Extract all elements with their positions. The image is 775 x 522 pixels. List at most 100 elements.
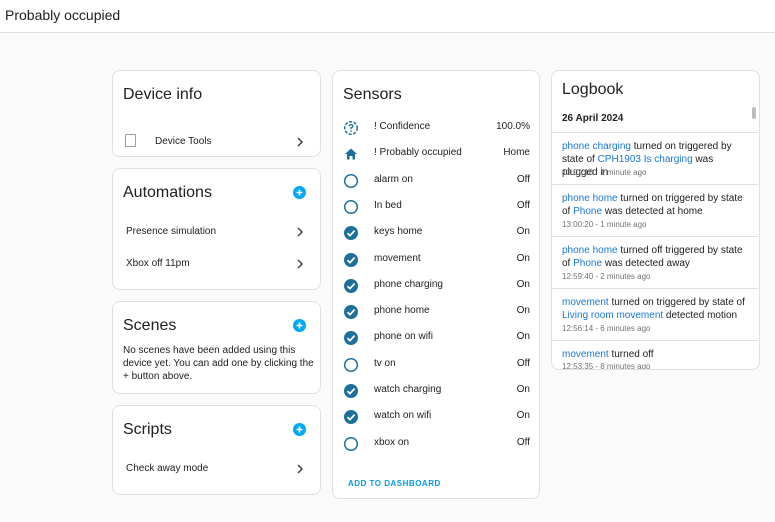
scenes-title: Scenes — [123, 317, 177, 334]
sensor-name: xbox on — [374, 436, 410, 448]
sensor-state: On — [516, 331, 530, 343]
entity-link[interactable]: phone charging — [562, 141, 631, 152]
sensor-state: On — [516, 278, 530, 290]
device-tools-label: Device Tools — [155, 136, 212, 147]
sensor-name: In bed — [374, 199, 402, 211]
sensor-name: keys home — [374, 226, 423, 238]
sensor-state: Off — [516, 199, 530, 211]
check-circle-icon — [344, 278, 358, 293]
sensor-row[interactable]: keys home On — [333, 220, 539, 246]
add-scene-button[interactable] — [293, 319, 306, 332]
scripts-card: Scripts Check away mode — [112, 405, 321, 495]
sensor-row[interactable]: phone home On — [333, 299, 539, 325]
sensor-row[interactable]: alarm on Off — [333, 168, 539, 194]
logbook-text: turned off — [608, 349, 654, 360]
automation-item[interactable]: Presence simulation — [113, 220, 320, 244]
sensor-row[interactable]: movement On — [333, 247, 539, 273]
logbook-scrollbar[interactable] — [752, 107, 756, 119]
sensor-row[interactable]: xbox on Off — [333, 431, 539, 457]
logbook-card: Logbook 26 April 2024 phone charging tur… — [551, 70, 760, 370]
check-circle-icon — [344, 305, 358, 320]
sensors-card: Sensors ! Confidence 100.0% ! Probably occ… — [332, 70, 540, 499]
sensor-name: ! Probably occupied — [374, 147, 462, 159]
sensor-row[interactable]: ! Probably occupied Home — [333, 141, 539, 167]
add-script-button[interactable] — [293, 423, 306, 436]
sensor-name: phone charging — [374, 278, 443, 290]
sensor-row[interactable]: tv on Off — [333, 352, 539, 378]
sensor-state: Home — [503, 147, 530, 159]
add-to-dashboard-button[interactable]: ADD TO DASHBOARD — [348, 479, 441, 488]
check-circle-icon — [344, 226, 358, 241]
logbook-text: was detected away — [602, 258, 690, 269]
sensor-name: phone home — [374, 305, 430, 317]
chevron-right-icon — [297, 464, 304, 474]
circle-outline-icon — [343, 199, 359, 214]
logbook-timestamp: 13:01:10 - 1 minute ago — [562, 168, 647, 177]
device-tools-row[interactable]: Device Tools — [113, 129, 320, 153]
sensor-row[interactable]: phone on wifi On — [333, 325, 539, 351]
logbook-message: phone home turned off triggered by state… — [562, 244, 748, 270]
entity-link[interactable]: movement — [562, 349, 609, 360]
sensor-name: movement — [374, 252, 421, 264]
sensor-state: On — [516, 410, 530, 422]
entity-link[interactable]: Phone — [573, 258, 602, 269]
logbook-entry: movement turned off 12:53:35 - 8 minutes … — [552, 340, 758, 370]
sensor-row[interactable]: phone charging On — [333, 273, 539, 299]
sensor-state: On — [516, 384, 530, 395]
logbook-message: phone home turned on triggered by state … — [562, 192, 748, 218]
sensor-state: Off — [516, 173, 530, 185]
automations-card: Automations Presence simulation Xbox off… — [112, 168, 321, 290]
logbook-timestamp: 12:56:14 - 6 minutes ago — [562, 324, 651, 333]
entity-link[interactable]: phone home — [562, 245, 618, 256]
sensor-row[interactable]: watch charging On — [333, 378, 539, 404]
sensor-state: Off — [516, 357, 530, 369]
automation-item[interactable]: Xbox off 11pm — [113, 252, 320, 276]
logbook-entry: phone home turned off triggered by state… — [552, 236, 758, 288]
entity-link[interactable]: phone home — [562, 193, 618, 204]
sensor-row[interactable]: In bed Off — [333, 194, 539, 220]
sensors-title: Sensors — [343, 86, 402, 103]
sensor-state: On — [516, 252, 530, 264]
device-info-title: Device info — [123, 86, 203, 103]
logbook-text: was detected at home — [602, 206, 703, 217]
help-circle-outline-icon — [343, 120, 359, 136]
sensor-row[interactable]: ! Confidence 100.0% — [333, 115, 539, 141]
device-tools-image — [125, 134, 136, 147]
logbook-timestamp: 12:59:40 - 2 minutes ago — [562, 272, 651, 281]
scenes-card: Scenes No scenes have been added using t… — [112, 301, 321, 394]
add-automation-button[interactable] — [293, 186, 306, 199]
chevron-right-icon — [297, 259, 304, 269]
sensor-row[interactable]: watch on wifi On — [333, 404, 539, 430]
logbook-entry: phone charging turned on triggered by st… — [552, 132, 758, 184]
automation-label: Xbox off 11pm — [126, 258, 190, 269]
entity-link[interactable]: CPH1903 Is charging — [598, 154, 693, 165]
entity-link[interactable]: movement — [562, 297, 609, 308]
check-circle-icon — [344, 331, 358, 346]
scripts-title: Scripts — [123, 421, 172, 438]
sensor-state: On — [516, 305, 530, 317]
sensor-name: phone on wifi — [374, 331, 433, 343]
logbook-entry: phone home turned on triggered by state … — [552, 184, 758, 236]
sensor-name: ! Confidence — [374, 121, 431, 132]
entity-link[interactable]: Phone — [573, 206, 602, 217]
check-circle-icon — [344, 410, 358, 425]
top-app-bar: Probably occupied — [0, 0, 775, 33]
logbook-title: Logbook — [562, 81, 624, 98]
script-item[interactable]: Check away mode — [113, 457, 320, 481]
sensor-name: watch charging — [374, 384, 442, 395]
home-icon — [345, 148, 357, 160]
chevron-right-icon — [297, 227, 304, 237]
automations-title: Automations — [123, 184, 212, 201]
script-label: Check away mode — [126, 463, 209, 474]
entity-link[interactable]: Living room movement — [562, 310, 663, 321]
logbook-message: movement turned on triggered by state of… — [562, 296, 748, 322]
logbook-timestamp: 12:53:35 - 8 minutes ago — [562, 362, 651, 370]
logbook-date: 26 April 2024 — [562, 113, 624, 124]
scenes-empty-message: No scenes have been added using this dev… — [123, 345, 314, 382]
check-circle-icon — [344, 384, 358, 398]
automation-label: Presence simulation — [126, 226, 217, 237]
sensor-state: Off — [516, 436, 530, 448]
sensor-name: alarm on — [374, 173, 413, 185]
sensor-name: tv on — [374, 357, 396, 369]
chevron-right-icon — [297, 137, 304, 147]
